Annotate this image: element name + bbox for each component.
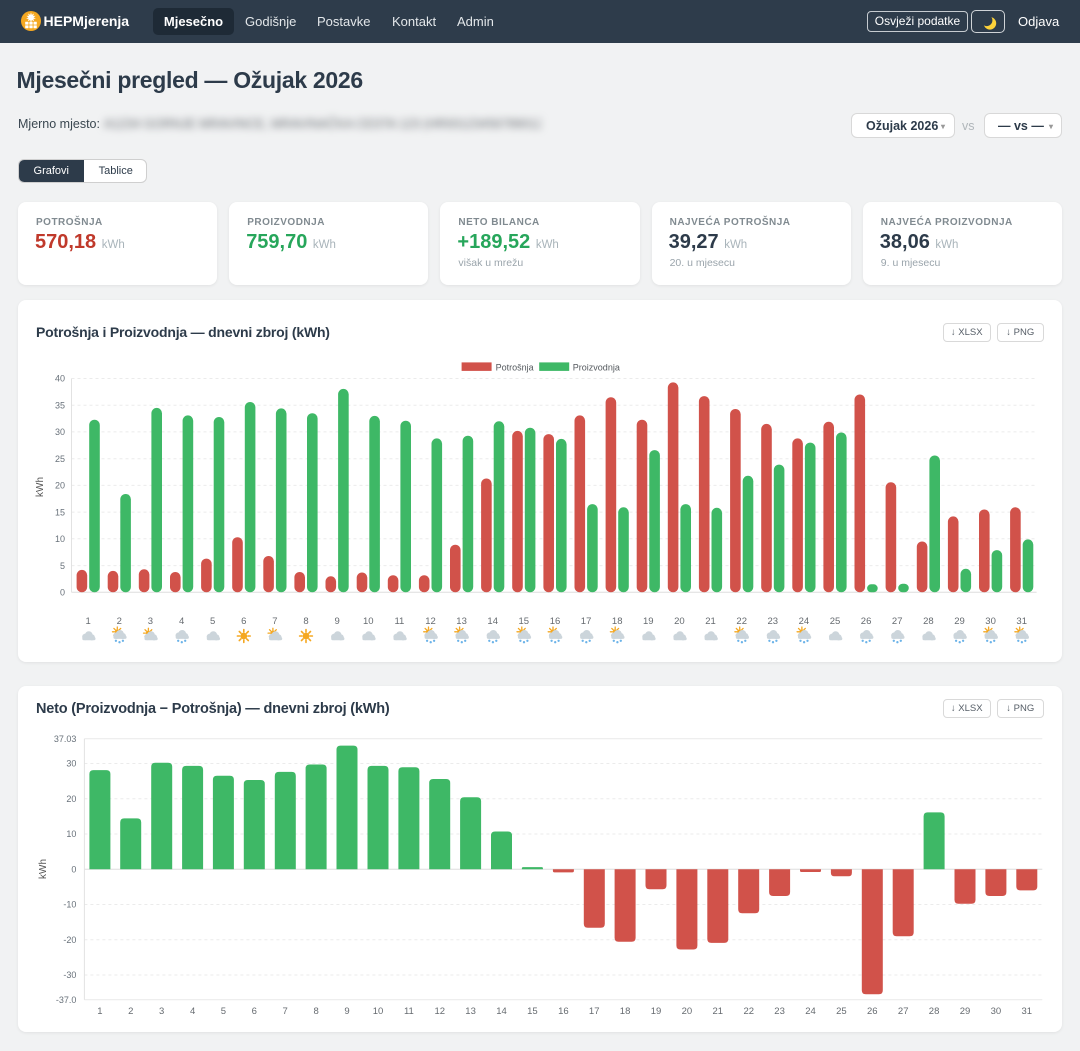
svg-text:30: 30 [66, 759, 76, 769]
svg-text:10: 10 [55, 534, 65, 544]
svg-text:17: 17 [589, 1006, 600, 1017]
svg-text:-20: -20 [63, 935, 76, 945]
svg-text:35: 35 [55, 400, 65, 410]
svg-text:5: 5 [60, 561, 65, 571]
svg-text:kWh: kWh [38, 859, 49, 879]
svg-text:18: 18 [620, 1006, 631, 1017]
svg-text:14: 14 [496, 1006, 507, 1017]
svg-text:Potrošnja: Potrošnja [496, 362, 534, 372]
svg-text:20: 20 [66, 794, 76, 804]
svg-text:7: 7 [283, 1006, 288, 1017]
svg-text:2: 2 [128, 1006, 133, 1017]
svg-text:0: 0 [71, 864, 76, 874]
svg-text:kWh: kWh [35, 477, 46, 497]
svg-text:31: 31 [1016, 616, 1027, 627]
svg-text:37.03: 37.03 [54, 734, 77, 744]
svg-text:31: 31 [1022, 1006, 1033, 1017]
svg-text:-10: -10 [63, 900, 76, 910]
svg-text:26: 26 [867, 1006, 878, 1017]
svg-text:18: 18 [612, 616, 623, 627]
svg-text:30: 30 [55, 427, 65, 437]
svg-text:23: 23 [768, 616, 779, 627]
svg-text:15: 15 [527, 1006, 538, 1017]
svg-text:6: 6 [252, 1006, 257, 1017]
svg-text:10: 10 [66, 829, 76, 839]
svg-text:22: 22 [744, 1006, 755, 1017]
svg-text:19: 19 [643, 616, 654, 627]
svg-text:1: 1 [86, 616, 91, 627]
svg-text:29: 29 [954, 616, 965, 627]
svg-text:1: 1 [97, 1006, 102, 1017]
svg-text:13: 13 [465, 1006, 476, 1017]
svg-text:16: 16 [550, 616, 561, 627]
svg-text:4: 4 [190, 1006, 195, 1017]
svg-text:20: 20 [674, 616, 685, 627]
svg-text:30: 30 [991, 1006, 1002, 1017]
svg-text:26: 26 [861, 616, 872, 627]
svg-text:25: 25 [836, 1006, 847, 1017]
svg-text:2: 2 [117, 616, 122, 627]
svg-text:10: 10 [363, 616, 374, 627]
svg-text:25: 25 [830, 616, 841, 627]
svg-text:3: 3 [159, 1006, 164, 1017]
svg-text:27: 27 [898, 1006, 909, 1017]
svg-text:-30: -30 [63, 970, 76, 980]
svg-text:19: 19 [651, 1006, 662, 1017]
svg-text:12: 12 [425, 616, 436, 627]
svg-text:16: 16 [558, 1006, 569, 1017]
svg-text:21: 21 [713, 1006, 724, 1017]
svg-text:20: 20 [55, 481, 65, 491]
svg-text:30: 30 [985, 616, 996, 627]
svg-text:5: 5 [221, 1006, 226, 1017]
svg-text:22: 22 [736, 616, 747, 627]
svg-text:25: 25 [55, 454, 65, 464]
svg-text:11: 11 [394, 616, 404, 627]
svg-text:Proizvodnja: Proizvodnja [573, 362, 620, 372]
svg-text:29: 29 [960, 1006, 971, 1017]
svg-text:28: 28 [923, 616, 934, 627]
svg-text:23: 23 [774, 1006, 785, 1017]
svg-text:4: 4 [179, 616, 184, 627]
svg-text:9: 9 [344, 1006, 349, 1017]
svg-text:8: 8 [313, 1006, 318, 1017]
svg-text:24: 24 [805, 1006, 816, 1017]
svg-text:24: 24 [799, 616, 810, 627]
svg-text:21: 21 [705, 616, 716, 627]
svg-text:15: 15 [55, 507, 65, 517]
svg-text:14: 14 [487, 616, 498, 627]
svg-text:7: 7 [272, 616, 277, 627]
svg-text:6: 6 [241, 616, 246, 627]
svg-text:3: 3 [148, 616, 153, 627]
svg-text:5: 5 [210, 616, 215, 627]
svg-text:9: 9 [334, 616, 339, 627]
svg-text:11: 11 [404, 1006, 414, 1017]
svg-text:27: 27 [892, 616, 903, 627]
svg-text:20: 20 [682, 1006, 693, 1017]
svg-text:17: 17 [581, 616, 592, 627]
svg-text:8: 8 [303, 616, 308, 627]
svg-text:12: 12 [435, 1006, 446, 1017]
svg-text:40: 40 [55, 374, 65, 384]
svg-text:15: 15 [519, 616, 530, 627]
svg-text:10: 10 [373, 1006, 384, 1017]
svg-text:13: 13 [456, 616, 467, 627]
svg-text:28: 28 [929, 1006, 940, 1017]
svg-text:0: 0 [60, 588, 65, 598]
svg-text:-37.0: -37.0 [56, 995, 77, 1005]
